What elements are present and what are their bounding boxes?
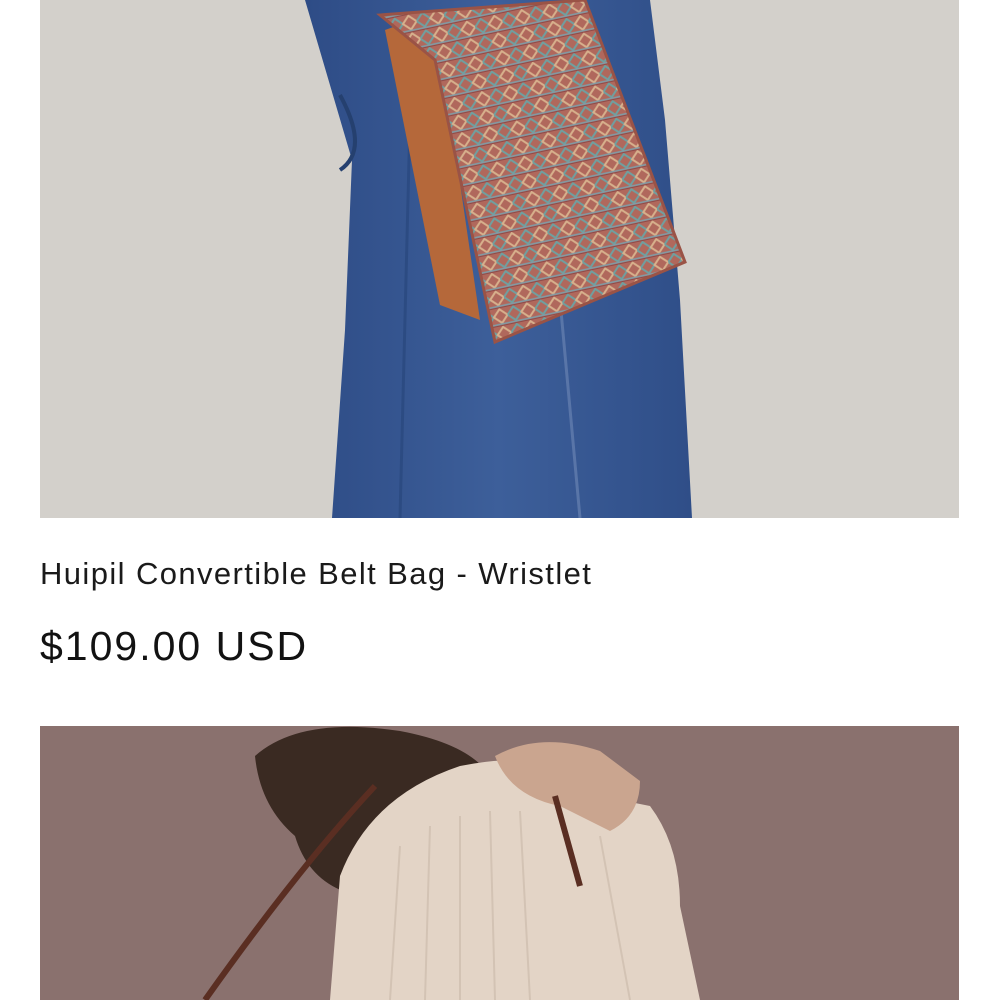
product-card[interactable] bbox=[40, 726, 959, 1000]
product-grid: Huipil Convertible Belt Bag - Wristlet $… bbox=[0, 0, 1000, 1000]
product-card[interactable]: Huipil Convertible Belt Bag - Wristlet $… bbox=[40, 0, 959, 669]
product-image[interactable] bbox=[40, 726, 959, 1000]
product-price: $109.00 USD bbox=[40, 623, 309, 669]
crossbody-bag-photo bbox=[40, 726, 959, 1000]
product-title[interactable]: Huipil Convertible Belt Bag - Wristlet bbox=[40, 555, 592, 593]
belt-bag-photo bbox=[40, 0, 959, 518]
product-image[interactable] bbox=[40, 0, 959, 518]
